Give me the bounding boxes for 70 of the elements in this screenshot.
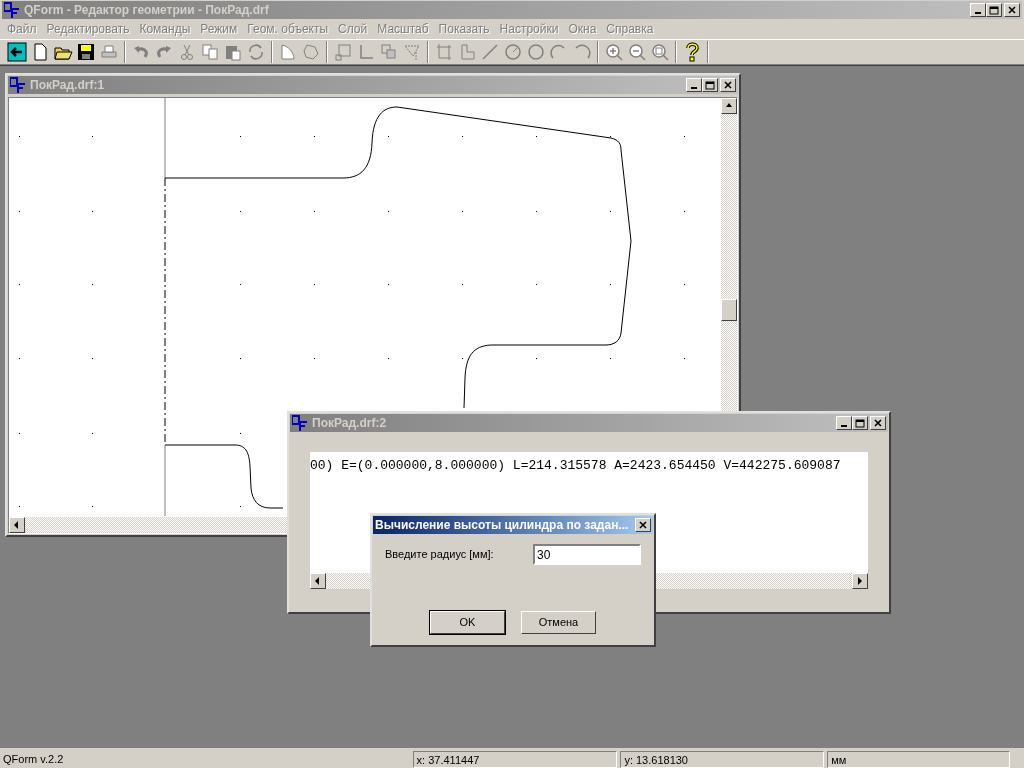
zoom-out-button[interactable]: [626, 41, 648, 63]
close-icon: [723, 80, 733, 90]
minimize-icon: [841, 425, 847, 427]
polygon-shape-icon: [301, 42, 321, 62]
rectangle-icon: [333, 42, 353, 62]
zoom-in-button[interactable]: [603, 41, 625, 63]
maximize-button[interactable]: [702, 78, 718, 92]
save-icon: [76, 42, 96, 62]
maximize-icon: [989, 5, 999, 15]
field-label: Введите радиус [мм]:: [385, 547, 494, 563]
scroll-right-button[interactable]: [852, 573, 868, 589]
close-button[interactable]: [1004, 3, 1020, 17]
zoom-in-icon: [604, 42, 624, 62]
app-icon: [292, 415, 308, 431]
close-icon: [873, 418, 883, 428]
circle-button[interactable]: [525, 41, 547, 63]
line-icon: [480, 42, 500, 62]
cancel-button[interactable]: Отмена: [521, 611, 596, 634]
save-button[interactable]: [75, 41, 97, 63]
circle-dot-icon: [503, 42, 523, 62]
arrow-right-icon: [856, 577, 864, 585]
minimize-icon: [691, 87, 697, 89]
exit-button[interactable]: [6, 41, 28, 63]
minimize-button[interactable]: [836, 416, 852, 430]
status-text: мм: [827, 750, 1010, 768]
maximize-icon: [855, 418, 865, 428]
app-icon: [4, 2, 20, 18]
move-shapes-icon: [379, 42, 399, 62]
arrow-up-icon: [725, 102, 733, 110]
maximize-button[interactable]: [986, 3, 1002, 17]
app-icon: [10, 77, 26, 93]
window-title: ПокРад.drf:1: [30, 77, 106, 94]
close-button[interactable]: [635, 518, 651, 532]
window-title: Вычисление высоты цилиндра по задан...: [375, 517, 629, 534]
status-text: x: 37.411447: [412, 750, 618, 768]
maximize-button[interactable]: [852, 416, 868, 430]
circle-icon: [526, 42, 546, 62]
rectangle-button[interactable]: [332, 41, 354, 63]
trim-icon: [434, 42, 454, 62]
circle-dot-button[interactable]: [502, 41, 524, 63]
arrow-left-icon: [314, 577, 322, 585]
window-title: ПокРад.drf:2: [312, 415, 388, 432]
ok-button[interactable]: OK: [430, 611, 505, 634]
arrow-left-icon: [13, 521, 21, 529]
refresh-icon: [246, 42, 266, 62]
maximize-icon: [705, 80, 715, 90]
drop-icon: [402, 42, 422, 62]
zoom-fit-icon: [650, 42, 670, 62]
copy-icon: [200, 42, 220, 62]
output-text: 00) E=(0.000000,8.000000) L=214.315578 A=2423.654450 V=442275.609087: [310, 457, 842, 475]
radius-input[interactable]: 30: [533, 544, 641, 565]
quarter-shape-icon: [278, 42, 298, 62]
status-text: y: 13.618130: [620, 750, 825, 768]
scrollbar-thumb[interactable]: [721, 299, 737, 321]
scroll-left-button[interactable]: [310, 573, 326, 589]
zoom-fit-button[interactable]: [649, 41, 671, 63]
window-title: QForm - Редактор геометрии - ПокРад.drf: [24, 2, 270, 19]
close-icon: [1007, 5, 1017, 15]
scroll-up-button[interactable]: [721, 98, 737, 114]
minimize-icon: [975, 12, 981, 14]
zoom-out-icon: [627, 42, 647, 62]
close-button[interactable]: [870, 416, 886, 430]
copy-button[interactable]: [199, 41, 221, 63]
scroll-left-button[interactable]: [9, 517, 25, 533]
status-text: QForm v.2.2: [2, 751, 65, 767]
exit-icon: [7, 42, 27, 62]
minimize-button[interactable]: [970, 3, 986, 17]
close-button[interactable]: [720, 78, 736, 92]
minimize-button[interactable]: [686, 78, 702, 92]
close-icon: [638, 520, 648, 530]
